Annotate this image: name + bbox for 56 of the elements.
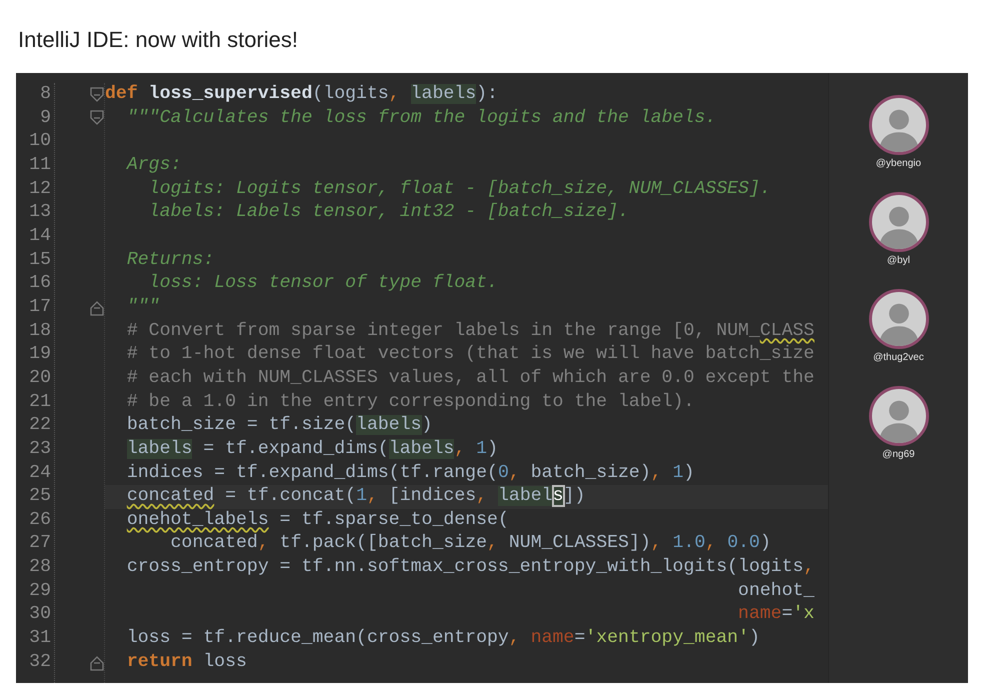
line-number: 11 <box>29 154 51 175</box>
line-number: 30 <box>29 604 51 624</box>
user-handle: @byl <box>887 255 910 267</box>
line-number: 28 <box>29 557 51 578</box>
line-number: 21 <box>29 392 51 412</box>
line-number: 22 <box>29 415 51 436</box>
line-number: 16 <box>29 273 51 294</box>
line-number: 18 <box>29 320 51 341</box>
code-line: onehot_labels = tf.sparse_to_dense( <box>126 508 510 532</box>
code-line: # each with NUM_CLASSES values, all of which are 0.0 except the <box>126 366 816 390</box>
line-number: 31 <box>29 628 51 648</box>
code-line: # be a 1.0 in the entry corresponding to the label). <box>126 390 696 414</box>
line-number: 20 <box>29 368 51 388</box>
line-number: 14 <box>29 226 51 246</box>
line-number: 17 <box>29 296 51 317</box>
line-number: 9 <box>40 108 51 128</box>
line-number: 27 <box>29 533 51 554</box>
fold-icon[interactable] <box>90 300 104 316</box>
page-title: IntelliJ IDE: now with stories! <box>18 26 299 54</box>
line-number: 15 <box>29 250 51 270</box>
line-number: 26 <box>29 510 51 530</box>
code-line: logits: Logits tensor, float - [batch_size, NUM_CLASSES]. <box>148 178 772 201</box>
line-number: 19 <box>29 344 51 364</box>
code-line: batch_size = tf.size(labels) <box>126 414 434 438</box>
line-number: 29 <box>29 580 51 601</box>
fold-icon[interactable] <box>90 110 104 126</box>
line-number: 25 <box>29 486 51 506</box>
line-number: 23 <box>29 438 51 459</box>
fold-icon[interactable] <box>90 86 104 103</box>
line-number: 24 <box>29 462 51 482</box>
code-line: Args: <box>125 154 182 177</box>
line-number: 8 <box>40 84 51 104</box>
line-number: 10 <box>29 131 51 152</box>
code-line: def loss_supervised(logits, labels): <box>105 83 499 106</box>
code-line: """ <box>126 296 161 319</box>
code-line: Returns: <box>126 248 216 272</box>
line-number: 13 <box>29 202 51 222</box>
code-line: loss = tf.reduce_mean(cross_entropy, name='xentropy_mean') <box>126 627 761 650</box>
code-line: labels: Labels tensor, int32 - [batch_size]. <box>148 201 630 224</box>
code-line: """Calculates the loss from the logits and the labels. <box>126 106 718 130</box>
user-handle: @ybengio <box>876 158 922 170</box>
code-line: labels = tf.expand_dims(labels, 1) <box>126 438 499 461</box>
code-line: # Convert from sparse integer labels in the range [0, NUM_CLASS <box>126 320 816 343</box>
user-handle: @thug2vec <box>873 352 924 364</box>
code-line: onehot_ <box>737 580 816 603</box>
code-line: loss: Loss tensor of type float. <box>148 272 499 296</box>
code-line: cross_entropy = tf.nn.softmax_cross_entropy_with_logits(logits, <box>126 556 816 580</box>
line-number: 12 <box>29 178 51 199</box>
code-line: concated, tf.pack([batch_size, NUM_CLASSES]), 1.0, 0.0) <box>170 532 772 556</box>
code-line: # to 1-hot dense float vectors (that is we will have batch_size <box>126 343 816 366</box>
user-handle: @ng69 <box>882 449 915 461</box>
line-number: 32 <box>29 652 51 672</box>
code-line: name='x <box>737 603 816 626</box>
code-line: indices = tf.expand_dims(tf.range(0, batch_size), 1) <box>126 462 696 484</box>
code-line: return loss <box>126 650 248 674</box>
fold-icon[interactable] <box>90 654 104 671</box>
